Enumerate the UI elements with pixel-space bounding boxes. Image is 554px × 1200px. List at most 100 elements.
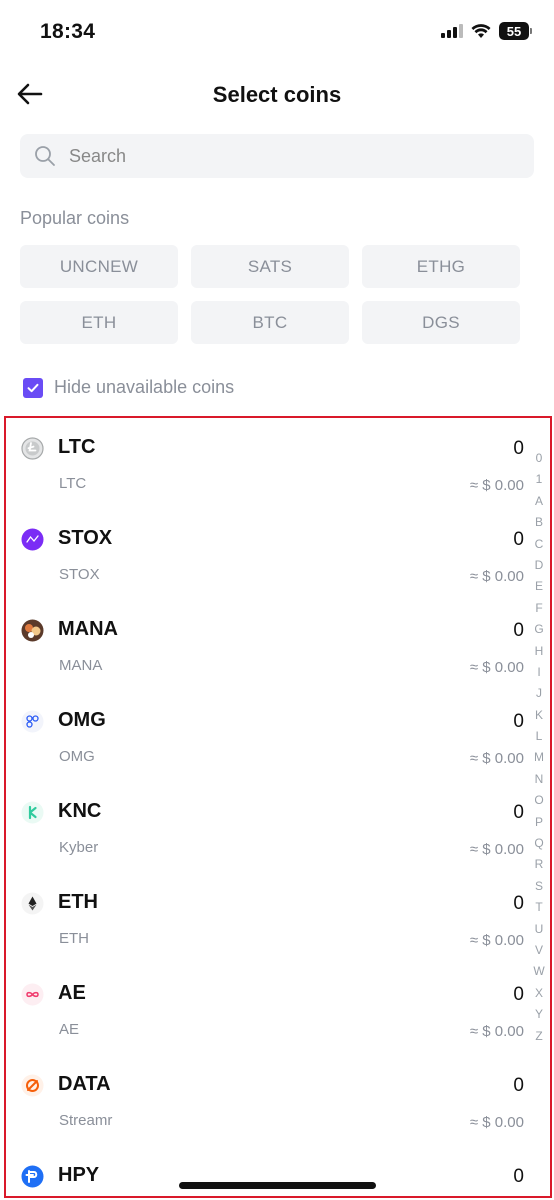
coin-symbol: KNC	[58, 800, 102, 822]
coin-row-omg[interactable]: OMG OMG 0 ≈ $ 0.00	[6, 691, 536, 782]
alphabet-index-letter[interactable]: 1	[536, 469, 543, 490]
coin-value: ≈ $ 0.00	[469, 750, 524, 767]
streamr-icon	[21, 1074, 44, 1097]
coin-row-ae[interactable]: AE AE 0 ≈ $ 0.00	[6, 964, 536, 1055]
page-title: Select coins	[212, 82, 342, 107]
coin-symbol: AE	[58, 982, 86, 1004]
aeternity-icon	[21, 983, 44, 1006]
coin-row-mana[interactable]: MANA MANA 0 ≈ $ 0.00	[6, 600, 536, 691]
coin-value: ≈ $ 0.00	[469, 932, 524, 949]
coin-row-hpy[interactable]: HPY 0	[6, 1146, 536, 1196]
cellular-signal-icon	[441, 24, 463, 38]
alphabet-index-letter[interactable]: L	[536, 726, 543, 747]
alphabet-index-letter[interactable]: U	[535, 919, 544, 940]
popular-coins-title: Popular coins	[20, 208, 130, 228]
alphabet-index-letter[interactable]: J	[536, 683, 542, 704]
coin-amount: 0	[513, 438, 524, 459]
coin-list[interactable]: LTC LTC 0 ≈ $ 0.00 STOX STOX 0 ≈ $ 0.00 …	[6, 418, 536, 1196]
alphabet-index-letter[interactable]: V	[535, 940, 543, 961]
stox-icon	[21, 528, 44, 551]
alphabet-index-letter[interactable]: Q	[534, 833, 543, 854]
alphabet-index-letter[interactable]: F	[535, 598, 542, 619]
coin-name: Streamr	[59, 1112, 113, 1129]
coin-amount: 0	[513, 620, 524, 641]
alphabet-index-letter[interactable]: O	[534, 790, 543, 811]
coin-row-stox[interactable]: STOX STOX 0 ≈ $ 0.00	[6, 509, 536, 600]
coin-symbol: OMG	[58, 709, 106, 731]
hide-unavailable-toggle[interactable]: Hide unavailable coins	[23, 377, 234, 398]
coin-name: LTC	[59, 475, 87, 492]
search-bar[interactable]	[20, 134, 534, 178]
alphabet-index-letter[interactable]: R	[535, 854, 544, 875]
coin-name: OMG	[59, 748, 95, 765]
coin-row-data[interactable]: DATA Streamr 0 ≈ $ 0.00	[6, 1055, 536, 1146]
coin-amount: 0	[513, 1166, 524, 1187]
coin-value: ≈ $ 0.00	[469, 568, 524, 585]
alphabet-index-letter[interactable]: H	[535, 641, 544, 662]
popular-coin-chip[interactable]: BTC	[191, 301, 349, 344]
coin-value: ≈ $ 0.00	[469, 477, 524, 494]
alphabet-index-letter[interactable]: S	[535, 876, 543, 897]
hide-unavailable-checkbox[interactable]	[23, 377, 43, 398]
popular-coins-chips: UNCNEW SATS ETHG ETH BTC DGS	[20, 245, 521, 344]
coin-symbol: ETH	[58, 891, 98, 913]
status-icons: 55	[441, 22, 532, 40]
popular-coin-chip[interactable]: SATS	[191, 245, 349, 288]
alphabet-index-letter[interactable]: T	[535, 897, 542, 918]
alphabet-index-letter[interactable]: B	[535, 512, 543, 533]
status-time: 18:34	[40, 20, 96, 43]
popular-coin-chip[interactable]: UNCNEW	[20, 245, 178, 288]
coin-symbol: STOX	[58, 527, 113, 549]
coin-name: STOX	[59, 566, 100, 583]
coin-symbol: LTC	[58, 436, 96, 458]
coin-amount: 0	[513, 1075, 524, 1096]
popular-coin-chip[interactable]: DGS	[362, 301, 520, 344]
coin-row-knc[interactable]: KNC Kyber 0 ≈ $ 0.00	[6, 782, 536, 873]
header: Select coins	[0, 66, 554, 122]
mana-icon	[21, 619, 44, 642]
alphabet-index-letter[interactable]: Z	[535, 1026, 542, 1047]
alphabet-index-letter[interactable]: M	[534, 747, 544, 768]
alphabet-index-letter[interactable]: K	[535, 705, 543, 726]
alphabet-index-letter[interactable]: 0	[536, 448, 543, 469]
alphabet-index-letter[interactable]: W	[533, 961, 544, 982]
coin-amount: 0	[513, 984, 524, 1005]
alphabet-index-letter[interactable]: X	[535, 983, 543, 1004]
coin-row-ltc[interactable]: LTC LTC 0 ≈ $ 0.00	[6, 418, 536, 509]
popular-coin-chip[interactable]: ETHG	[362, 245, 520, 288]
search-input[interactable]	[69, 145, 469, 167]
alphabet-index-letter[interactable]: P	[535, 812, 543, 833]
coin-value: ≈ $ 0.00	[469, 1114, 524, 1131]
alphabet-index-letter[interactable]: Y	[535, 1004, 543, 1025]
popular-coin-chip[interactable]: ETH	[20, 301, 178, 344]
alphabet-index-letter[interactable]: N	[535, 769, 544, 790]
coin-name: Kyber	[59, 839, 99, 856]
home-indicator	[179, 1182, 376, 1189]
battery-icon: 55	[499, 22, 532, 40]
coin-value: ≈ $ 0.00	[469, 1023, 524, 1040]
coin-list-highlight: LTC LTC 0 ≈ $ 0.00 STOX STOX 0 ≈ $ 0.00 …	[4, 416, 552, 1198]
litecoin-icon	[21, 437, 44, 460]
alphabet-index-letter[interactable]: D	[535, 555, 544, 576]
alphabet-index-letter[interactable]: G	[534, 619, 543, 640]
checkmark-icon	[27, 383, 39, 392]
coin-symbol: DATA	[58, 1073, 111, 1095]
alphabet-index-letter[interactable]: I	[537, 662, 540, 683]
ethereum-icon	[21, 892, 44, 915]
coin-name: MANA	[59, 657, 103, 674]
alphabet-index-letter[interactable]: E	[535, 576, 543, 597]
coin-symbol: MANA	[58, 618, 118, 640]
status-bar: 18:34 55	[0, 0, 554, 66]
coin-amount: 0	[513, 802, 524, 823]
alphabet-index-letter[interactable]: C	[535, 534, 544, 555]
search-icon	[35, 146, 55, 166]
coin-value: ≈ $ 0.00	[469, 659, 524, 676]
alphabet-index[interactable]: 01ABCDEFGHIJKLMNOPQRSTUVWXYZ	[532, 448, 546, 1047]
coin-value: ≈ $ 0.00	[469, 841, 524, 858]
battery-level: 55	[499, 22, 529, 40]
kyber-icon	[21, 801, 44, 824]
coin-name: AE	[59, 1021, 80, 1038]
alphabet-index-letter[interactable]: A	[535, 491, 543, 512]
coin-row-eth[interactable]: ETH ETH 0 ≈ $ 0.00	[6, 873, 536, 964]
hide-unavailable-label: Hide unavailable coins	[54, 377, 235, 397]
